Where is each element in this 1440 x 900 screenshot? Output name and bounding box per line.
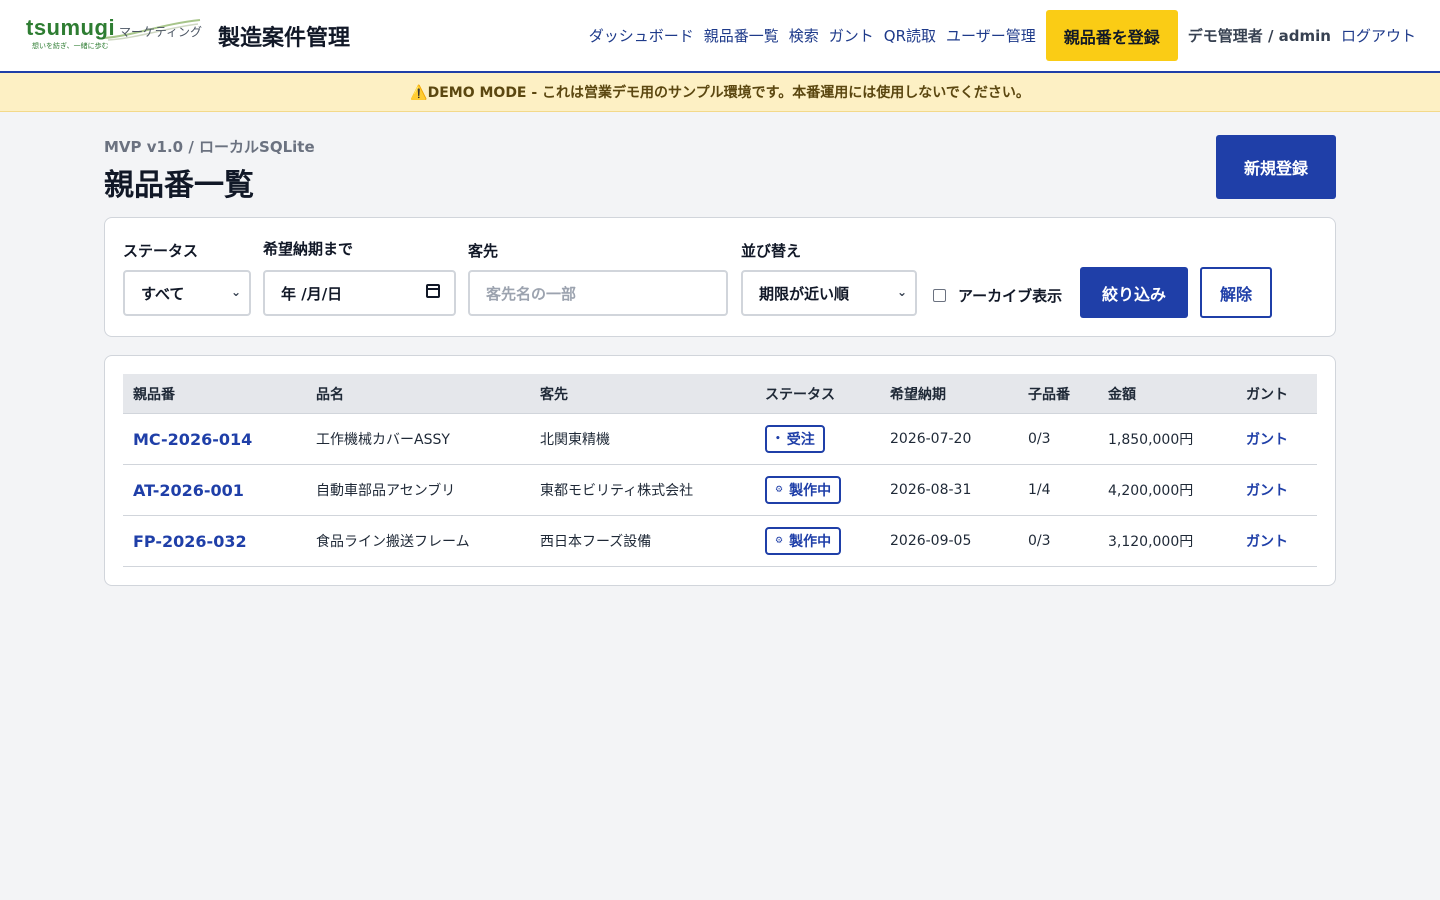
amount: 4,200,000円	[1098, 464, 1236, 516]
col-header-status[interactable]: ステータス	[755, 374, 880, 414]
archive-toggle[interactable]: アーカイブ表示	[933, 285, 1062, 306]
due-date-value: 年 /月/日	[281, 284, 343, 303]
col-header-children[interactable]: 子品番	[1018, 374, 1098, 414]
due-date-input[interactable]: 年 /月/日	[263, 270, 456, 316]
page-title: 親品番一覧	[104, 168, 254, 203]
status-badge[interactable]: ⚙ 製作中	[765, 476, 842, 504]
parent-code-link[interactable]: FP-2026-032	[133, 532, 247, 551]
due-date: 2026-09-05	[880, 515, 1018, 567]
status-badge[interactable]: ⚙ 製作中	[765, 527, 842, 555]
parent-parts-table: 親品番 品名 客先 ステータス 希望納期 子品番 金額 ガント MC-2026-…	[123, 374, 1317, 567]
table-row: FP-2026-032 食品ライン搬送フレーム 西日本フーズ設備 ⚙ 製作中 20…	[123, 515, 1317, 567]
nav-user-management[interactable]: ユーザー管理	[946, 25, 1036, 46]
demo-mode-banner: ⚠️DEMO MODE - これは営業デモ用のサンプル環境です。本番運用には使用…	[0, 73, 1440, 112]
gantt-link[interactable]: ガント	[1246, 483, 1288, 499]
logout-link[interactable]: ログアウト	[1341, 25, 1416, 46]
table-row: AT-2026-001 自動車部品アセンブリ 東都モビリティ株式会社 ⚙ 製作中 …	[123, 464, 1317, 516]
filter-panel: ステータス すべて ⌄ 希望納期まで 年 /月/日 客先 客先名の一部 並び替え…	[104, 217, 1336, 337]
amount: 3,120,000円	[1098, 515, 1236, 567]
table-header-row: 親品番 品名 客先 ステータス 希望納期 子品番 金額 ガント	[123, 374, 1317, 414]
page-subtitle: MVP v1.0 / ローカルSQLite	[104, 138, 315, 156]
parent-code-link[interactable]: AT-2026-001	[133, 481, 244, 500]
customer-input-placeholder: 客先名の一部	[486, 284, 577, 303]
chevron-down-icon: ⌄	[230, 285, 241, 299]
table-row: MC-2026-014 工作機械カバーASSY 北関東精機 • 受注 2026-0…	[123, 413, 1317, 465]
status-text: 製作中	[789, 483, 832, 499]
clear-filter-button[interactable]: 解除	[1200, 267, 1272, 318]
child-count: 0/3	[1018, 515, 1098, 567]
status-badge[interactable]: • 受注	[765, 425, 825, 453]
brand-logo[interactable]: tsumugi マーケティング 想いを紡ぎ、一緒に歩む	[24, 14, 206, 54]
amount: 1,850,000円	[1098, 413, 1236, 465]
current-user-label: デモ管理者 / admin	[1187, 27, 1331, 45]
nav-search[interactable]: 検索	[789, 25, 819, 46]
gantt-link[interactable]: ガント	[1246, 534, 1288, 550]
nav-dashboard[interactable]: ダッシュボード	[589, 25, 694, 46]
calendar-icon[interactable]	[426, 284, 440, 298]
customer-name: 東都モビリティ株式会社	[530, 464, 755, 516]
child-count: 0/3	[1018, 413, 1098, 465]
nav-gantt[interactable]: ガント	[829, 25, 874, 46]
logo-main-text: tsumugi	[26, 15, 116, 40]
top-navbar: tsumugi マーケティング 想いを紡ぎ、一緒に歩む 製造案件管理 ダッシュボ…	[0, 0, 1440, 73]
due-date: 2026-08-31	[880, 464, 1018, 516]
new-registration-button[interactable]: 新規登録	[1216, 135, 1336, 199]
product-name: 自動車部品アセンブリ	[306, 464, 530, 516]
chevron-down-icon: ⌄	[896, 285, 907, 299]
child-count: 1/4	[1018, 464, 1098, 516]
gear-icon: ⚙	[775, 536, 784, 546]
register-parent-button[interactable]: 親品番を登録	[1045, 10, 1178, 61]
main-nav: ダッシュボード 親品番一覧 検索 ガント QR読取 ユーザー管理 親品番を登録 …	[579, 10, 1416, 61]
status-filter-label: ステータス	[123, 242, 199, 260]
status-text: 受注	[786, 432, 815, 448]
dot-icon: •	[775, 434, 781, 444]
parent-list-panel: 親品番 品名 客先 ステータス 希望納期 子品番 金額 ガント MC-2026-…	[104, 355, 1336, 586]
sort-label: 並び替え	[741, 242, 802, 260]
col-header-amount[interactable]: 金額	[1098, 374, 1236, 414]
logo-sub-text: マーケティング	[119, 25, 203, 39]
archive-checkbox[interactable]	[933, 289, 946, 302]
archive-label: アーカイブ表示	[958, 287, 1063, 305]
product-name: 工作機械カバーASSY	[306, 413, 530, 465]
sort-select-value: 期限が近い順	[759, 284, 850, 303]
customer-search-input[interactable]: 客先名の一部	[468, 270, 728, 316]
gear-icon: ⚙	[775, 485, 784, 495]
customer-name: 北関東精機	[530, 413, 755, 465]
nav-qr-scan[interactable]: QR読取	[884, 25, 936, 46]
col-header-due[interactable]: 希望納期	[880, 374, 1018, 414]
customer-name: 西日本フーズ設備	[530, 515, 755, 567]
col-header-name[interactable]: 品名	[306, 374, 530, 414]
status-select-value: すべて	[141, 284, 185, 303]
nav-parent-list[interactable]: 親品番一覧	[704, 25, 779, 46]
due-date: 2026-07-20	[880, 413, 1018, 465]
apply-filter-button[interactable]: 絞り込み	[1080, 267, 1188, 318]
due-filter-label: 希望納期まで	[263, 240, 354, 258]
product-name: 食品ライン搬送フレーム	[306, 515, 530, 567]
app-title: 製造案件管理	[218, 26, 351, 51]
gantt-link[interactable]: ガント	[1246, 432, 1288, 448]
col-header-gantt: ガント	[1236, 374, 1317, 414]
sort-select[interactable]: 期限が近い順 ⌄	[741, 270, 917, 316]
parent-code-link[interactable]: MC-2026-014	[133, 430, 252, 449]
logo-tagline: 想いを紡ぎ、一緒に歩む	[32, 42, 109, 50]
col-header-customer[interactable]: 客先	[530, 374, 755, 414]
customer-filter-label: 客先	[468, 242, 499, 260]
status-text: 製作中	[789, 534, 832, 550]
col-header-code[interactable]: 親品番	[123, 374, 306, 414]
status-select[interactable]: すべて ⌄	[123, 270, 251, 316]
